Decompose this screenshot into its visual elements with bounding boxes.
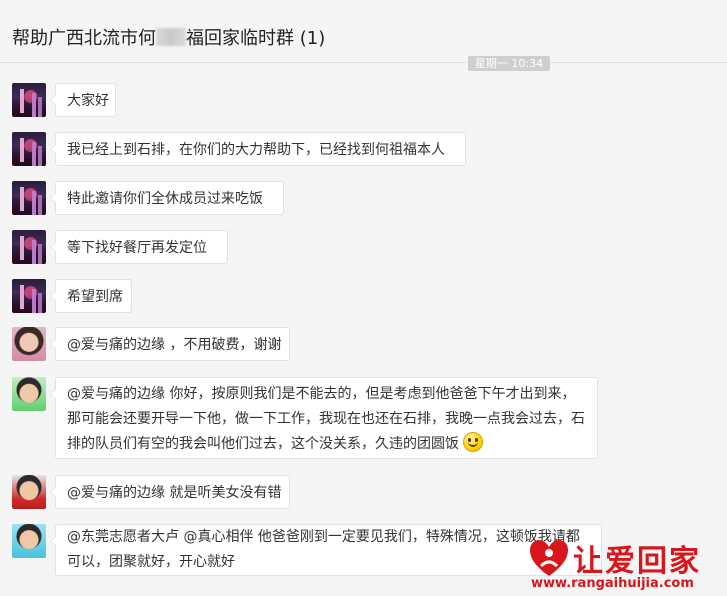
heart-logo-icon (530, 540, 568, 576)
message-timestamp: 星期一 10:34 (468, 56, 550, 71)
message-text: 特此邀请你们全休成员过来吃饭 (67, 191, 263, 207)
blurred-name (156, 28, 186, 46)
avatar[interactable] (12, 524, 46, 558)
avatar[interactable] (12, 83, 46, 117)
message-bubble[interactable]: 我已经上到石排，在你们的大力帮助下，已经找到何祖福本人 (50, 132, 466, 166)
message-text: 希望到席 (67, 289, 123, 305)
avatar[interactable] (12, 132, 46, 166)
watermark-brand: 让爱回家 (573, 544, 701, 579)
avatar[interactable] (12, 181, 46, 215)
message-bubble[interactable]: 希望到席 (50, 279, 132, 313)
rangaihuijia-watermark: 让爱回家 www.rangaihuijia.com (529, 536, 721, 594)
avatar[interactable] (12, 475, 46, 509)
message-text: 我已经上到石排，在你们的大力帮助下，已经找到何祖福本人 (67, 142, 445, 158)
message-bubble[interactable]: @爱与痛的边缘 ，不用破费，谢谢 (50, 327, 290, 361)
message-bubble[interactable]: 大家好 (50, 83, 116, 117)
watermark-url: www.rangaihuijia.com (531, 576, 694, 591)
message-text: 等下找好餐厅再发定位 (67, 240, 207, 256)
chat-header: 帮助广西北流市何 福回家临时群 (1) (0, 0, 727, 63)
avatar[interactable] (12, 327, 46, 361)
message-bubble[interactable]: @爱与痛的边缘 你好，按原则我们是不能去的，但是考虑到他爸爸下午才出到来，那可能… (50, 377, 598, 459)
message-text: 大家好 (67, 93, 109, 109)
chat-title[interactable]: 帮助广西北流市何 福回家临时群 (1) (12, 24, 325, 50)
avatar[interactable] (12, 377, 46, 411)
message-bubble[interactable]: 特此邀请你们全休成员过来吃饭 (50, 181, 284, 215)
avatar[interactable] (12, 230, 46, 264)
smiley-icon (463, 432, 484, 452)
message-bubble[interactable]: @爱与痛的边缘 就是听美女没有错 (50, 475, 290, 509)
chat-title-prefix: 帮助广西北流市何 (12, 28, 156, 49)
message-text: @爱与痛的边缘 ，不用破费，谢谢 (67, 337, 282, 353)
message-text: @爱与痛的边缘 你好，按原则我们是不能去的，但是考虑到他爸爸下午才出到来，那可能… (67, 386, 585, 452)
message-text: @爱与痛的边缘 就是听美女没有错 (67, 485, 282, 501)
message-bubble[interactable]: 等下找好餐厅再发定位 (50, 230, 228, 264)
avatar[interactable] (12, 279, 46, 313)
message-text: @东莞志愿者大卢 @真心相伴 他爸爸刚到一定要见我们，特殊情况，这顿饭我请都可以… (67, 529, 580, 570)
chat-title-suffix: 福回家临时群 (1) (186, 28, 326, 49)
message-bubble[interactable]: @东莞志愿者大卢 @真心相伴 他爸爸刚到一定要见我们，特殊情况，这顿饭我请都可以… (50, 524, 602, 576)
